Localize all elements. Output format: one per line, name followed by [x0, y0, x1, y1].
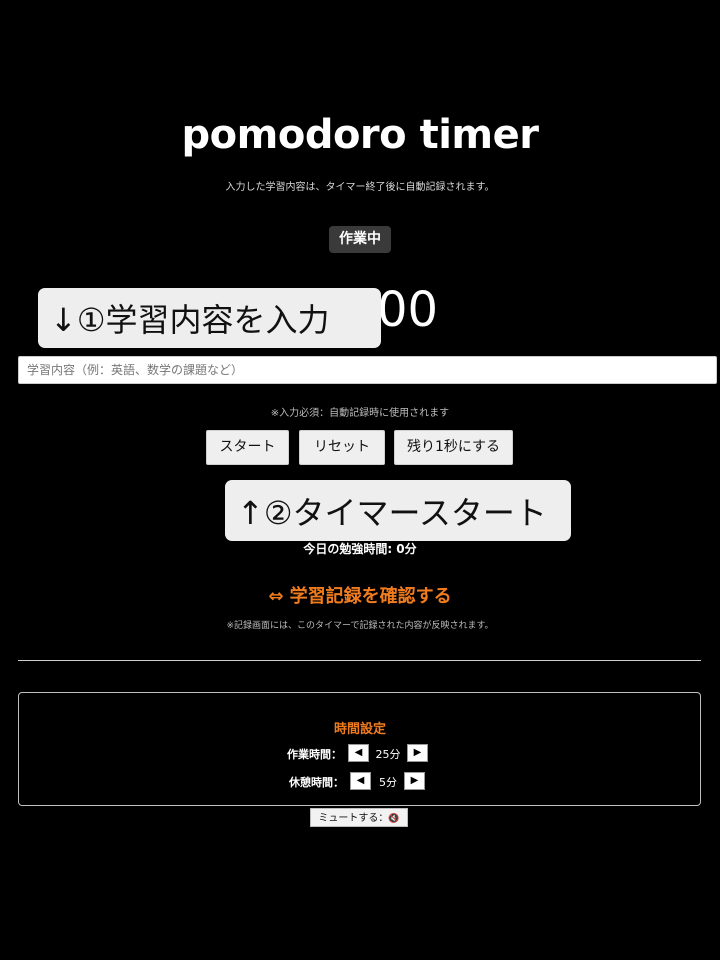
today-study-time: 今日の勉強時間: 0分 — [303, 542, 417, 556]
required-note: ※入力必須：自動記録時に使用されます — [270, 408, 450, 419]
work-time-decrease-button[interactable]: ◀ — [348, 744, 369, 762]
break-time-decrease-button[interactable]: ◀ — [350, 772, 371, 790]
mute-button[interactable]: ミュートする：🔇 — [310, 808, 408, 827]
divider — [18, 660, 701, 661]
callout-start-timer: ↑②タイマースタート — [225, 480, 571, 541]
start-button[interactable]: スタート — [206, 430, 289, 465]
work-time-value: 25分 — [375, 748, 401, 761]
reset-button[interactable]: リセット — [299, 430, 385, 465]
callout-2-text: ↑②タイマースタート — [237, 493, 547, 532]
speaker-icon: 🔇 — [388, 814, 400, 824]
set-last-second-button[interactable]: 残り1秒にする — [394, 430, 513, 465]
break-time-value: 5分 — [379, 776, 397, 789]
settings-title: 時間設定 — [333, 722, 386, 737]
break-time-increase-button[interactable]: ▶ — [404, 772, 425, 790]
records-note: ※記録画面には、このタイマーで記録された内容が反映されます。 — [226, 621, 494, 631]
page-title: pomodoro timer — [181, 112, 539, 158]
timer-visible-digits: 00 — [377, 282, 439, 338]
work-time-increase-button[interactable]: ▶ — [407, 744, 428, 762]
work-time-label: 作業時間： — [287, 748, 342, 761]
break-time-label: 休憩時間： — [289, 776, 344, 789]
status-badge: 作業中 — [329, 226, 391, 253]
view-records-link[interactable]: ⇔ 学習記録を確認する — [0, 582, 720, 608]
study-content-input[interactable] — [18, 356, 717, 384]
callout-enter-study-content: ↓①学習内容を入力 — [38, 288, 381, 348]
callout-1-text: ↓①学習内容を入力 — [50, 301, 330, 339]
pomodoro-page: pomodoro timer 入力した学習内容は、タイマー終了後に自動記録されま… — [0, 0, 720, 960]
mute-label: ミュートする： — [318, 813, 389, 824]
page-subtitle: 入力した学習内容は、タイマー終了後に自動記録されます。 — [225, 182, 495, 193]
